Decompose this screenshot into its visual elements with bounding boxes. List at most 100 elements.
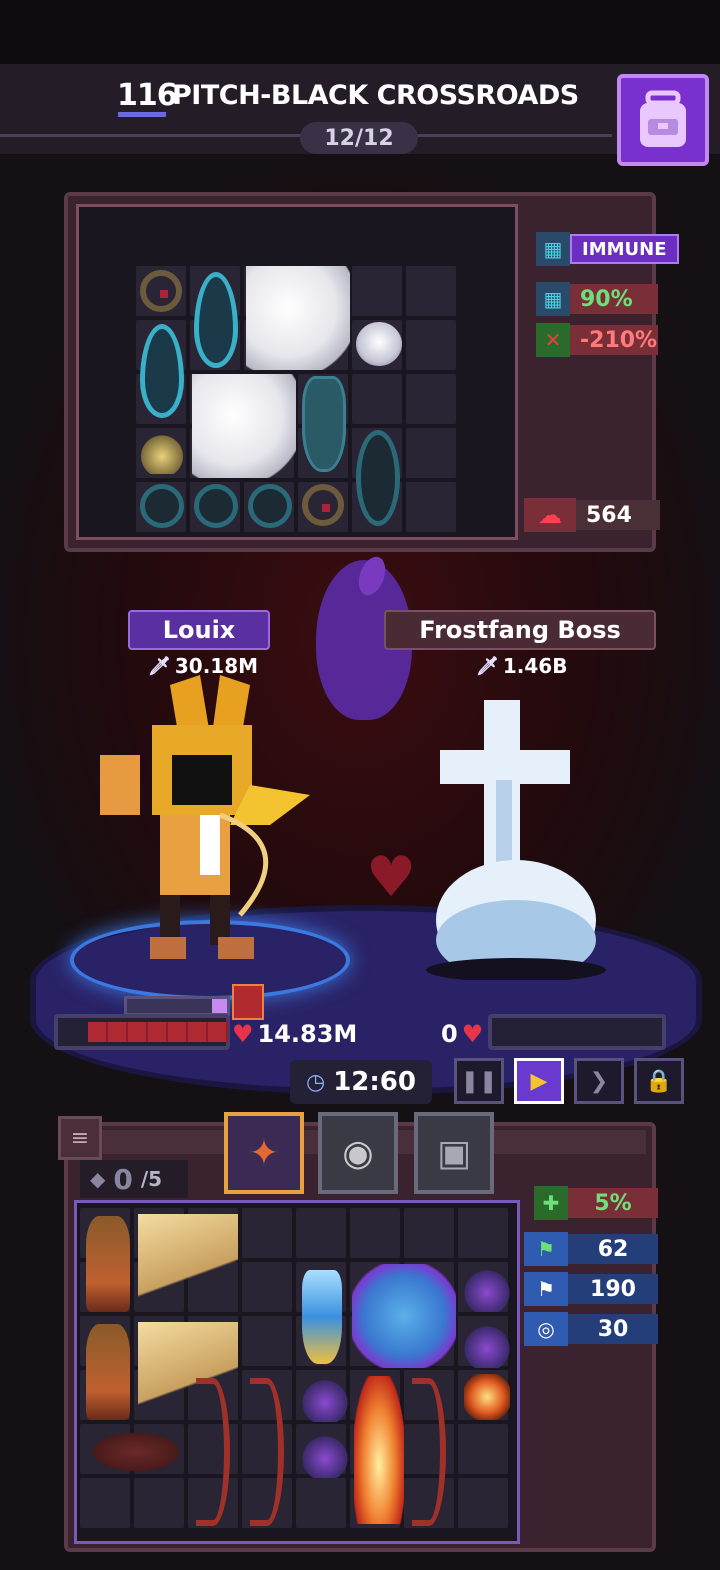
resist-icon: ▦	[536, 282, 570, 316]
hero-stat-2: ⚑ 190	[524, 1272, 658, 1306]
diamond-icon: ◆	[90, 1167, 106, 1191]
sword-icon: 🗡	[148, 655, 171, 677]
crystal-item[interactable]	[302, 1270, 342, 1364]
boss-name: Frostfang Boss	[419, 616, 621, 644]
stat-icon-2: ⚑	[524, 1272, 568, 1306]
backpack-button[interactable]	[617, 74, 709, 166]
sword-icon: 🗡	[476, 655, 499, 677]
grid-cell	[296, 1478, 346, 1528]
bottle-item[interactable]	[302, 376, 346, 472]
grid-cell	[404, 1208, 454, 1258]
chevron-right-icon: ❯	[589, 1068, 609, 1094]
dark-drop-item[interactable]	[356, 430, 400, 526]
play-icon: ▶	[530, 1068, 548, 1094]
pause-icon: ❚❚	[460, 1068, 498, 1094]
bow-item[interactable]	[412, 1378, 446, 1526]
count-current: 0	[113, 1162, 133, 1196]
boss-name-tag: Frostfang Boss	[384, 610, 656, 650]
rage-value: 564	[576, 500, 660, 530]
resist-value: 90%	[570, 284, 658, 314]
locked-speed-button[interactable]: 🔒	[634, 1058, 684, 1104]
play-button[interactable]: ▶	[514, 1058, 564, 1104]
hero-portrait-2[interactable]: ◉	[318, 1112, 398, 1194]
ring-item[interactable]	[140, 270, 182, 312]
stat-value-1: 62	[568, 1234, 658, 1264]
fast-forward-button[interactable]: ❯	[574, 1058, 624, 1104]
bow-item[interactable]	[196, 1378, 230, 1526]
wave-text: 12/12	[324, 125, 394, 151]
grid-cell	[352, 374, 402, 424]
stat-icon-1: ⚑	[524, 1232, 568, 1266]
hero-name: Louix	[162, 616, 236, 644]
level-underline	[118, 112, 166, 117]
bow-item[interactable]	[250, 1378, 284, 1526]
fish-spirit-item[interactable]	[352, 1264, 456, 1368]
hero-sprite[interactable]	[100, 675, 310, 975]
heart-icon: ♥	[461, 1020, 484, 1048]
magic-pot-item[interactable]	[464, 1264, 510, 1312]
cat-hero-icon: ◉	[342, 1132, 374, 1174]
hero-name-tag: Louix	[128, 610, 270, 650]
potion-item[interactable]	[140, 430, 184, 474]
stage-level: 116	[117, 78, 178, 113]
grid-cell	[296, 1208, 346, 1258]
fire-rune-icon	[232, 984, 264, 1020]
robot-hero-icon: ▣	[436, 1132, 471, 1174]
mask-item[interactable]	[86, 1430, 186, 1474]
hero-stat-3: ◎ 30	[524, 1312, 658, 1346]
grid-cell	[458, 1208, 508, 1258]
rage-stat: ☁ 564	[524, 498, 660, 532]
battle-timer: ◷ 12:60	[290, 1060, 432, 1104]
wing-item[interactable]	[138, 1214, 238, 1312]
status-bar-area	[0, 0, 720, 64]
grid-cell	[406, 374, 456, 424]
hero-hp: ♥ 14.83M	[232, 1020, 357, 1048]
debuff-value: -210%	[570, 325, 658, 355]
cloud-fluff-item[interactable]	[192, 374, 296, 478]
debuff-icon: ✕	[536, 323, 570, 357]
cloud-fluff-item[interactable]	[246, 266, 350, 370]
timer-value: 12:60	[333, 1067, 416, 1097]
fire-orb-item[interactable]	[464, 1374, 510, 1420]
grid-cell	[350, 1208, 400, 1258]
dark-drop-item[interactable]	[248, 484, 292, 528]
magic-pot-item[interactable]	[302, 1374, 348, 1422]
grid-cell	[458, 1478, 508, 1528]
magic-pot-item[interactable]	[464, 1320, 510, 1368]
pause-button[interactable]: ❚❚	[454, 1058, 504, 1104]
grid-cell	[406, 320, 456, 370]
grid-cell	[242, 1262, 292, 1312]
menu-button[interactable]: ≡	[58, 1116, 102, 1160]
pearl-orb-item[interactable]	[356, 322, 402, 366]
hero-hp-bar	[54, 1014, 230, 1050]
dark-drop-item[interactable]	[140, 484, 184, 528]
boot-item[interactable]	[86, 1216, 130, 1312]
lock-icon: 🔒	[645, 1068, 673, 1094]
boot-item[interactable]	[86, 1324, 130, 1420]
grid-cell	[352, 266, 402, 316]
fox-hero-icon: ✦	[248, 1132, 280, 1174]
hero-portrait-3[interactable]: ▣	[414, 1112, 494, 1194]
immune-label: IMMUNE	[570, 234, 679, 264]
hero-hp-fill	[88, 1022, 228, 1042]
heal-plus-icon: ✚	[534, 1186, 568, 1220]
boss-sprite[interactable]	[420, 700, 620, 980]
hero-mana-bar	[124, 996, 230, 1016]
magic-pot-item[interactable]	[302, 1430, 348, 1478]
boss-hp-value: 0	[441, 1020, 458, 1048]
grid-cell	[80, 1478, 130, 1528]
heal-value: 5%	[568, 1188, 658, 1218]
hero-mana-fill	[212, 999, 227, 1013]
stat-value-2: 190	[568, 1274, 658, 1304]
hero-hp-value: 14.83M	[257, 1020, 358, 1048]
count-total: /5	[140, 1167, 163, 1191]
grid-cell	[406, 482, 456, 532]
equip-count: ◆ 0 /5	[80, 1160, 188, 1198]
grid-cell	[458, 1424, 508, 1474]
immune-icon: ▦	[536, 232, 570, 266]
ring-item[interactable]	[302, 484, 344, 526]
hero-portrait-1[interactable]: ✦	[224, 1112, 304, 1194]
flame-torch-item[interactable]	[354, 1376, 404, 1524]
dark-drop-item[interactable]	[194, 484, 238, 528]
boss-power: 🗡 1.46B	[476, 654, 567, 678]
